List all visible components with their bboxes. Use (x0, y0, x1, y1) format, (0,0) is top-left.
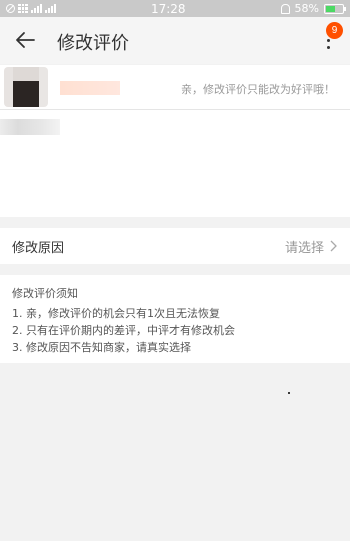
top-nav-bar: 修改评价 9 (0, 17, 350, 64)
notification-badge[interactable]: 9 (326, 22, 343, 39)
notice-item: 1. 亲，修改评价的机会只有1次且无法恢复 (12, 307, 220, 320)
back-arrow-icon[interactable] (14, 29, 36, 51)
app-grid-icon (18, 4, 28, 13)
stray-dot (288, 392, 290, 394)
reason-selector[interactable]: 请选择 (285, 237, 338, 256)
divider (0, 109, 350, 110)
status-left-icons (6, 4, 56, 13)
status-bar: 17:28 58% (0, 0, 350, 17)
modify-reason-row[interactable]: 修改原因 请选择 (0, 228, 350, 264)
notice-item: 2. 只有在评价期内的差评，中评才有修改机会 (12, 324, 235, 337)
signal-icon (31, 4, 42, 13)
notice-item: 3. 修改原因不告知商家，请真实选择 (12, 341, 191, 354)
chevron-right-icon (330, 240, 337, 252)
product-card: 亲，修改评价只能改为好评哦！ (0, 65, 350, 217)
product-name-redacted (60, 81, 120, 95)
notice-title: 修改评价须知 (12, 287, 78, 300)
review-content-redacted (0, 119, 60, 135)
no-disturb-icon (6, 4, 15, 13)
modify-hint-text: 亲，修改评价只能改为好评哦！ (181, 83, 335, 96)
product-thumbnail[interactable] (4, 67, 48, 107)
reason-label: 修改原因 (12, 240, 65, 256)
bell-off-icon (280, 3, 290, 14)
notice-section: 修改评价须知 1. 亲，修改评价的机会只有1次且无法恢复 2. 只有在评价期内的… (0, 275, 350, 363)
status-time: 17:28 (150, 1, 186, 16)
signal-2-icon (45, 4, 56, 13)
battery-percent: 58% (294, 2, 319, 15)
reason-select-placeholder[interactable]: 请选择 (285, 237, 324, 256)
page-title: 修改评价 (57, 33, 129, 54)
status-right-icons: 58% (280, 2, 346, 15)
battery-icon (323, 3, 346, 14)
